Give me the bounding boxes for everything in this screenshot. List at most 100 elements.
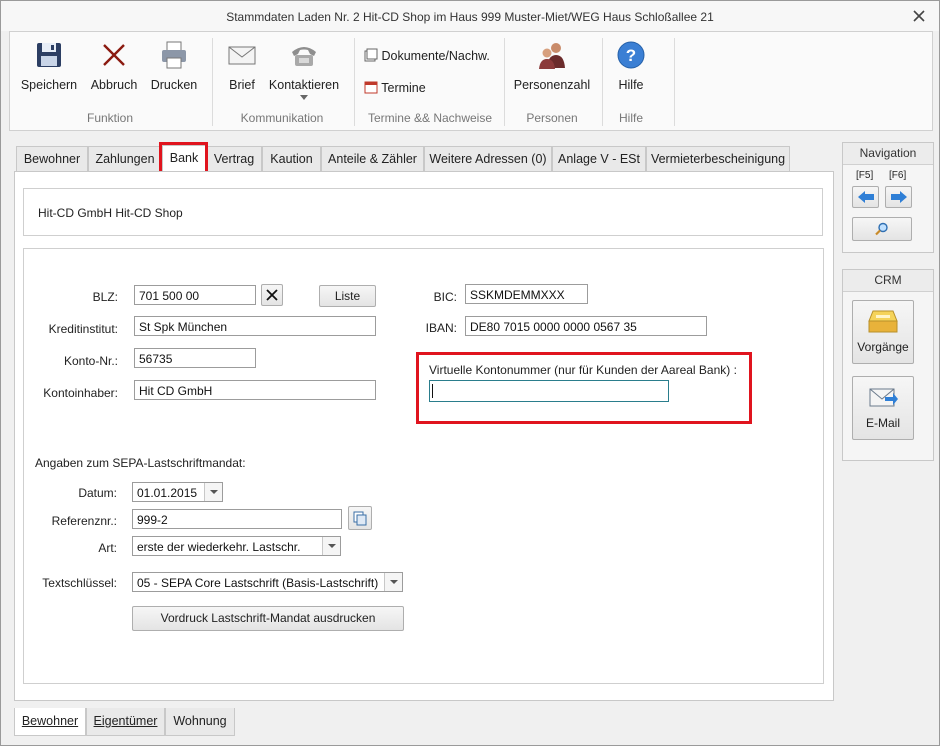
art-value: erste der wiederkehr. Lastschr. bbox=[137, 540, 301, 554]
close-icon[interactable] bbox=[913, 10, 925, 22]
konto-input[interactable]: 56735 bbox=[134, 348, 256, 368]
arrow-right-icon bbox=[890, 191, 907, 203]
iban-input[interactable]: DE80 7015 0000 0000 0567 35 bbox=[465, 316, 707, 336]
save-label: Speichern bbox=[20, 78, 78, 92]
tab-kaution[interactable]: Kaution bbox=[262, 146, 321, 172]
contact-button[interactable]: Kontaktieren bbox=[268, 40, 340, 101]
kontoinhaber-input[interactable]: Hit CD GmbH bbox=[134, 380, 376, 400]
search-icon bbox=[875, 222, 888, 236]
art-label: Art: bbox=[98, 541, 117, 555]
group-label-termine: Termine && Nachweise bbox=[367, 111, 493, 125]
svg-text:?: ? bbox=[626, 46, 636, 65]
kreditinstitut-input[interactable]: St Spk München bbox=[134, 316, 376, 336]
help-label: Hilfe bbox=[618, 78, 644, 92]
contact-label: Kontaktieren bbox=[268, 78, 340, 92]
tenant-name: Hit-CD GmbH Hit-CD Shop bbox=[38, 206, 183, 220]
chevron-down-icon bbox=[322, 537, 340, 555]
datum-value: 01.01.2015 bbox=[137, 486, 198, 500]
documents-button[interactable]: Dokumente/Nachw. bbox=[364, 48, 490, 66]
konto-label: Konto-Nr.: bbox=[63, 354, 118, 368]
bottom-tab-wohnung[interactable]: Wohnung bbox=[165, 708, 235, 736]
clear-blz-button[interactable] bbox=[261, 284, 283, 306]
tab-vermieterbescheinigung[interactable]: Vermieterbescheinigung bbox=[646, 146, 790, 172]
people-icon bbox=[539, 43, 565, 69]
copy-reference-button[interactable] bbox=[348, 506, 372, 530]
f5-label: [F5] bbox=[856, 170, 874, 181]
virtual-account-input[interactable] bbox=[429, 380, 669, 402]
ribbon-toolbar: Speichern Abbruch Drucken Funktion Brief… bbox=[9, 31, 933, 131]
navigation-panel: Navigation [F5] [F6] bbox=[842, 142, 934, 253]
crm-title: CRM bbox=[843, 270, 933, 292]
textschluessel-label: Textschlüssel: bbox=[42, 576, 117, 590]
bottom-tab-eigentuemer[interactable]: Eigentümer bbox=[86, 708, 165, 736]
persons-label: Personenzahl bbox=[513, 78, 591, 92]
main-window: Stammdaten Laden Nr. 2 Hit-CD Shop im Ha… bbox=[0, 0, 940, 746]
persons-button[interactable]: Personenzahl bbox=[512, 40, 592, 92]
help-icon: ? bbox=[617, 41, 645, 69]
bic-input[interactable]: SSKMDEMMXXX bbox=[465, 284, 588, 304]
tab-zahlungen[interactable]: Zahlungen bbox=[88, 146, 162, 172]
group-label-hilfe: Hilfe bbox=[618, 111, 643, 125]
envelope-icon bbox=[228, 46, 256, 65]
clear-x-icon bbox=[266, 289, 278, 301]
kreditinstitut-label: Kreditinstitut: bbox=[48, 322, 118, 336]
textschluessel-dropdown[interactable]: 05 - SEPA Core Lastschrift (Basis-Lastsc… bbox=[132, 572, 403, 592]
group-separator bbox=[602, 38, 603, 126]
print-mandate-button[interactable]: Vordruck Lastschrift-Mandat ausdrucken bbox=[132, 606, 404, 631]
print-label: Drucken bbox=[150, 78, 198, 92]
title-bar: Stammdaten Laden Nr. 2 Hit-CD Shop im Ha… bbox=[1, 1, 939, 31]
tab-vertrag[interactable]: Vertrag bbox=[206, 146, 262, 172]
datum-label: Datum: bbox=[78, 486, 117, 500]
tab-anlage-v[interactable]: Anlage V - ESt bbox=[552, 146, 646, 172]
documents-label: Dokumente/Nachw. bbox=[381, 49, 490, 63]
tab-anteile-zaehler[interactable]: Anteile & Zähler bbox=[321, 146, 424, 172]
phone-icon bbox=[292, 47, 316, 66]
f6-label: [F6] bbox=[889, 170, 907, 181]
group-label-kommunikation: Kommunikation bbox=[240, 111, 324, 125]
appointments-button[interactable]: Termine bbox=[364, 80, 426, 98]
textschluessel-value: 05 - SEPA Core Lastschrift (Basis-Lastsc… bbox=[137, 576, 379, 590]
email-button[interactable]: E-Mail bbox=[852, 376, 914, 440]
previous-button[interactable] bbox=[852, 186, 879, 208]
iban-label: IBAN: bbox=[425, 321, 457, 335]
tab-bewohner[interactable]: Bewohner bbox=[16, 146, 88, 172]
search-button[interactable] bbox=[852, 217, 912, 241]
help-button[interactable]: ? Hilfe bbox=[610, 40, 652, 92]
kontoinhaber-label: Kontoinhaber: bbox=[43, 386, 118, 400]
vorgaenge-label: Vorgänge bbox=[857, 340, 909, 354]
crm-panel: CRM Vorgänge E-Mail bbox=[842, 269, 934, 461]
group-separator bbox=[354, 38, 355, 126]
blz-input[interactable]: 701 500 00 bbox=[134, 285, 256, 305]
vorgaenge-button[interactable]: Vorgänge bbox=[852, 300, 914, 364]
chevron-down-icon bbox=[384, 573, 402, 591]
virtual-account-label: Virtuelle Kontonummer (nur für Kunden de… bbox=[429, 363, 737, 377]
cancel-x-icon bbox=[103, 44, 125, 66]
cancel-button[interactable]: Abbruch bbox=[86, 40, 142, 92]
referenz-label: Referenznr.: bbox=[51, 514, 117, 528]
email-icon bbox=[869, 388, 898, 407]
cancel-label: Abbruch bbox=[90, 78, 138, 92]
copy-icon bbox=[353, 511, 367, 526]
print-button[interactable]: Drucken bbox=[146, 40, 202, 92]
window-title: Stammdaten Laden Nr. 2 Hit-CD Shop im Ha… bbox=[226, 10, 714, 24]
group-separator bbox=[504, 38, 505, 126]
art-dropdown[interactable]: erste der wiederkehr. Lastschr. bbox=[132, 536, 341, 556]
save-button[interactable]: Speichern bbox=[16, 40, 82, 92]
next-button[interactable] bbox=[885, 186, 912, 208]
sepa-heading: Angaben zum SEPA-Lastschriftmandat: bbox=[35, 456, 246, 470]
group-separator bbox=[212, 38, 213, 126]
bottom-tab-bewohner[interactable]: Bewohner bbox=[14, 708, 86, 736]
letter-label: Brief bbox=[229, 78, 255, 92]
calendar-icon bbox=[364, 81, 378, 94]
tab-weitere-adressen[interactable]: Weitere Adressen (0) bbox=[424, 146, 552, 172]
letter-button[interactable]: Brief bbox=[220, 40, 264, 92]
appointments-label: Termine bbox=[381, 81, 426, 95]
bottom-tab-bewohner-label: Bewohner bbox=[21, 714, 79, 728]
referenz-input[interactable]: 999-2 bbox=[132, 509, 342, 529]
bottom-tab-wohnung-label: Wohnung bbox=[173, 714, 227, 728]
group-separator bbox=[674, 38, 675, 126]
bank-list-button[interactable]: Liste bbox=[319, 285, 376, 307]
datum-dropdown[interactable]: 01.01.2015 bbox=[132, 482, 223, 502]
group-label-funktion: Funktion bbox=[86, 111, 134, 125]
save-icon bbox=[37, 43, 61, 67]
